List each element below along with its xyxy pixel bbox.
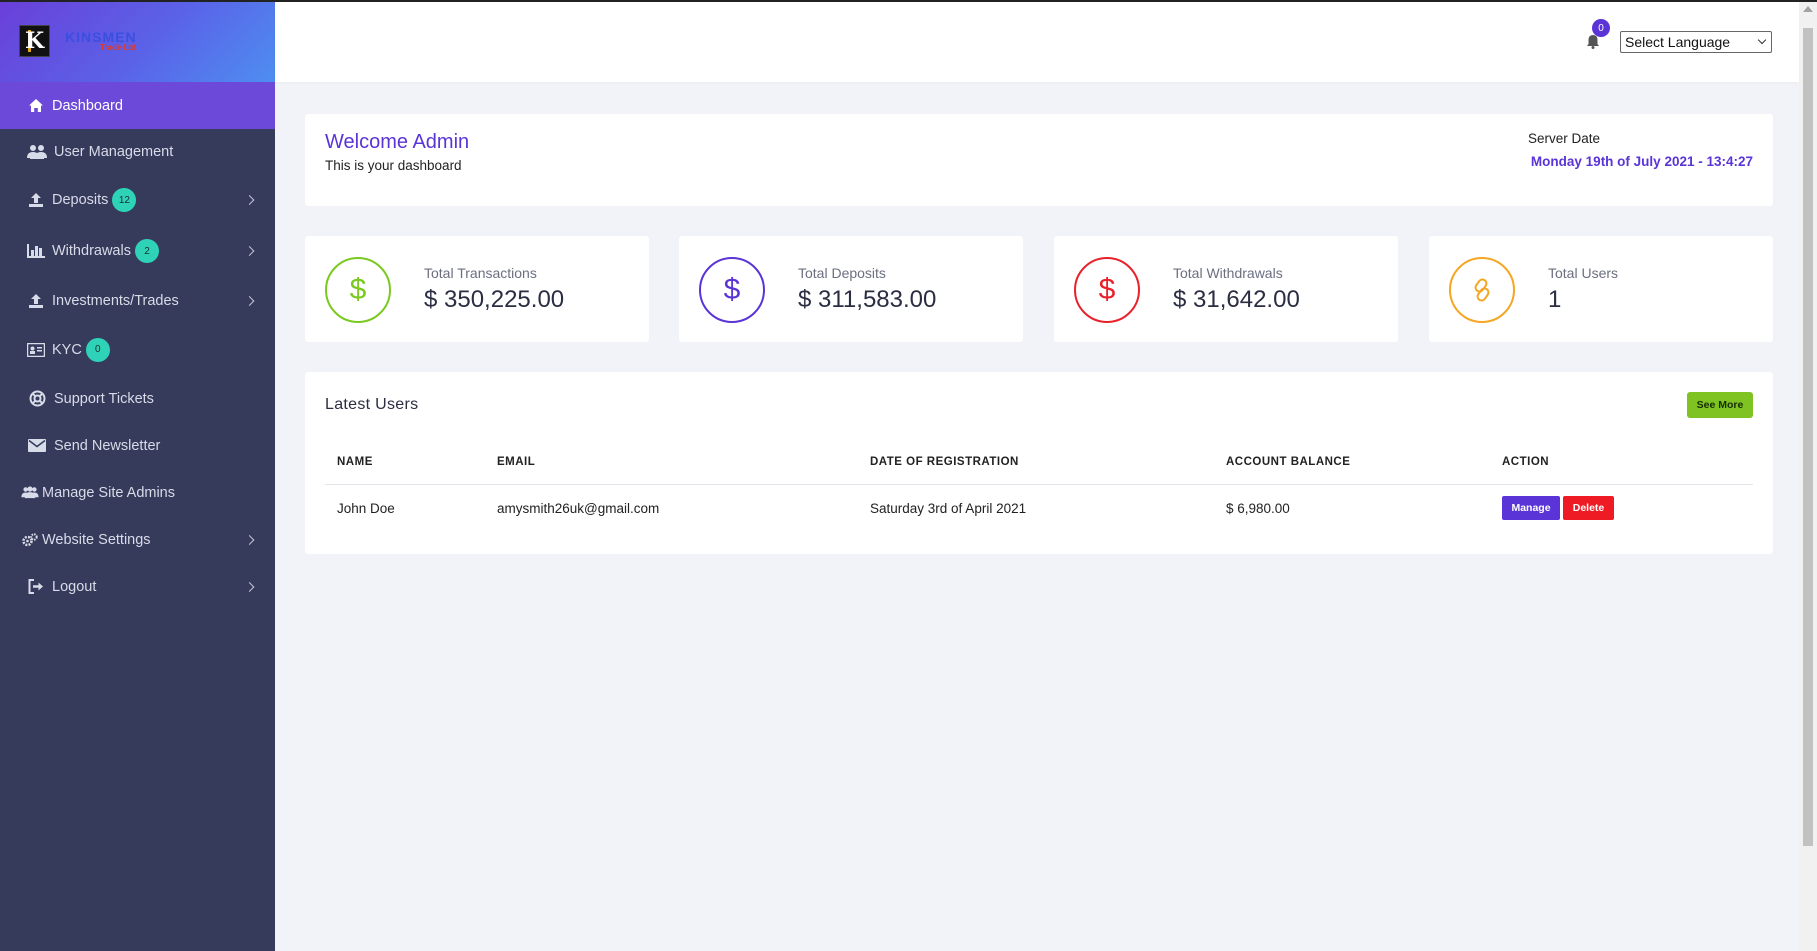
latest-users-card: Latest Users See More NAME EMAIL DATE OF…	[305, 372, 1773, 554]
chevron-right-icon	[244, 195, 255, 205]
sidebar-item-deposits[interactable]: Deposits 12	[0, 176, 275, 224]
gears-icon	[20, 531, 40, 549]
sign-out-icon	[26, 578, 46, 596]
table-header-divider	[325, 484, 1753, 485]
stat-label: Total Users	[1548, 265, 1619, 281]
sidebar-item-support-tickets[interactable]: Support Tickets	[0, 376, 275, 421]
sidebar-item-logout[interactable]: Logout	[0, 564, 275, 609]
server-date-label: Server Date	[1528, 131, 1601, 146]
kyc-count-badge: 0	[85, 337, 110, 362]
sidebar-item-label: Investments/Trades	[52, 292, 179, 309]
sidebar-item-investments-trades[interactable]: Investments/Trades	[0, 278, 275, 323]
cell-date: Saturday 3rd of April 2021	[870, 501, 1027, 516]
chevron-right-icon	[244, 295, 255, 306]
chevron-right-icon	[244, 246, 255, 256]
stat-label: Total Transactions	[424, 265, 537, 281]
stat-value: $ 31,642.00	[1173, 286, 1300, 313]
sidebar-item-send-newsletter[interactable]: Send Newsletter	[0, 423, 275, 468]
sidebar-item-website-settings[interactable]: Website Settings	[0, 517, 275, 562]
deposits-count-badge: 12	[112, 188, 137, 212]
manage-user-button[interactable]: Manage	[1502, 496, 1560, 520]
sidebar-item-label: Support Tickets	[54, 390, 154, 407]
brand-header: K KINSMEN Trade Ltd	[0, 0, 275, 82]
stat-value: $ 311,583.00	[798, 286, 937, 313]
chevron-down-icon	[1757, 35, 1767, 45]
sidebar-item-label: Dashboard	[52, 97, 123, 114]
language-select[interactable]: Select Language	[1620, 31, 1772, 53]
cell-name: John Doe	[337, 501, 395, 516]
column-header-action: ACTION	[1502, 456, 1550, 468]
page-title: Welcome Admin	[325, 131, 470, 153]
withdrawals-count-badge: 2	[134, 239, 159, 263]
scrollbar-thumb[interactable]	[1803, 28, 1813, 846]
sidebar-item-manage-site-admins[interactable]: Manage Site Admins	[0, 470, 275, 515]
chevron-right-icon	[244, 581, 255, 592]
stat-card-total-users: Total Users 1	[1429, 236, 1773, 342]
cell-balance: $ 6,980.00	[1226, 501, 1290, 516]
cell-email: amysmith26uk@gmail.com	[497, 501, 660, 516]
scroll-up-arrow-icon[interactable]	[1803, 6, 1813, 12]
sidebar-item-dashboard[interactable]: Dashboard	[0, 82, 275, 129]
column-header-balance: ACCOUNT BALANCE	[1226, 456, 1351, 468]
sidebar-item-label: Manage Site Admins	[42, 484, 175, 501]
upload-icon	[26, 292, 46, 310]
upload-icon	[26, 191, 46, 209]
sidebar-item-label: Send Newsletter	[54, 437, 161, 454]
sidebar-item-label: Website Settings	[42, 531, 151, 548]
stat-value: 1	[1548, 286, 1562, 313]
column-header-email: EMAIL	[497, 456, 536, 468]
sidebar-item-withdrawals[interactable]: Withdrawals 2	[0, 227, 275, 275]
welcome-card: Welcome Admin This is your dashboard Ser…	[305, 114, 1773, 206]
brand-subtitle: Trade Ltd	[100, 43, 137, 52]
notification-count-badge: 0	[1592, 19, 1610, 37]
column-header-date: DATE OF REGISTRATION	[870, 456, 1019, 468]
users-icon	[26, 143, 48, 161]
delete-user-button[interactable]: Delete	[1563, 496, 1614, 520]
home-icon	[26, 97, 46, 115]
stat-label: Total Deposits	[798, 265, 886, 281]
stat-card-total-withdrawals: $ Total Withdrawals $ 31,642.00	[1054, 236, 1398, 342]
users-icon	[20, 484, 40, 502]
link-icon	[1449, 257, 1515, 323]
sidebar-item-label: Logout	[52, 578, 97, 595]
stat-card-total-deposits: $ Total Deposits $ 311,583.00	[679, 236, 1023, 342]
top-header	[275, 2, 1799, 82]
sidebar: K KINSMEN Trade Ltd Dashboard User Manag…	[0, 0, 275, 951]
column-header-name: NAME	[337, 456, 373, 468]
life-ring-icon	[26, 390, 48, 408]
sidebar-item-kyc[interactable]: KYC 0	[0, 326, 275, 373]
id-card-icon	[26, 341, 46, 359]
envelope-icon	[26, 437, 48, 455]
dollar-icon: $	[325, 257, 391, 323]
see-more-button[interactable]: See More	[1687, 392, 1753, 418]
chevron-right-icon	[244, 534, 255, 545]
sidebar-item-label: User Management	[54, 143, 174, 160]
page-subtitle: This is your dashboard	[325, 158, 462, 173]
dollar-icon: $	[1074, 257, 1140, 323]
language-select-value: Select Language	[1625, 34, 1731, 50]
sidebar-item-label: KYC	[52, 341, 82, 358]
stat-label: Total Withdrawals	[1173, 265, 1283, 281]
window-top-border	[0, 0, 1817, 2]
sidebar-item-user-management[interactable]: User Management	[0, 129, 275, 174]
sidebar-item-label: Deposits	[52, 192, 109, 208]
sidebar-item-label: Withdrawals	[52, 243, 131, 259]
bar-chart-icon	[26, 242, 46, 260]
server-date-value: Monday 19th of July 2021 - 13:4:27	[1530, 154, 1753, 169]
section-title: Latest Users	[325, 396, 419, 413]
brand-logo[interactable]: K	[19, 25, 50, 57]
brand-logo-letter: K	[25, 28, 45, 54]
stat-card-total-transactions: $ Total Transactions $ 350,225.00	[305, 236, 649, 342]
stat-value: $ 350,225.00	[424, 286, 565, 313]
dollar-icon: $	[699, 257, 765, 323]
